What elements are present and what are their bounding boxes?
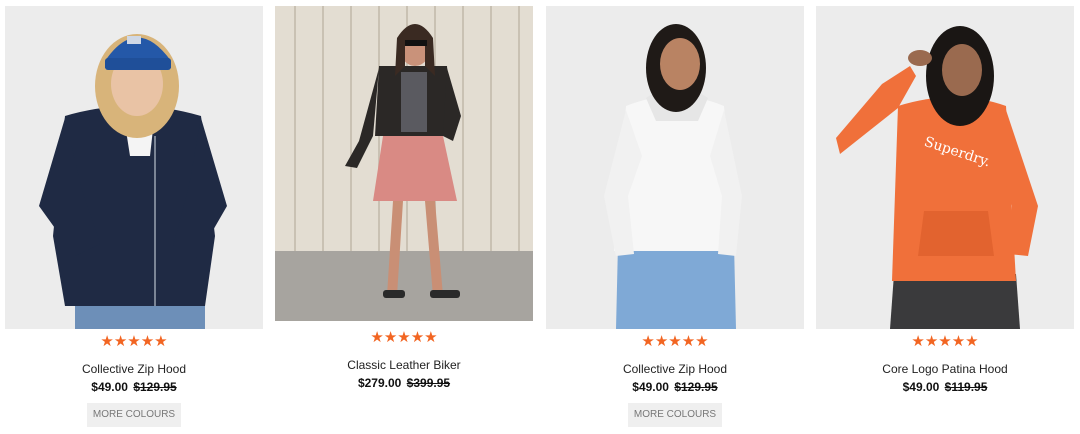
product-card[interactable]: Superdry. ★★★★★ Core Logo Patina Hood $4… <box>816 0 1074 434</box>
product-price: $49.00 $119.95 <box>816 380 1074 394</box>
product-price: $49.00 $129.95 <box>546 380 804 394</box>
product-image[interactable] <box>5 6 263 329</box>
star-half-icon: ★ <box>154 333 168 350</box>
star-half-icon: ★ <box>424 329 438 346</box>
product-grid: ★★★★★ Collective Zip Hood $49.00 $129.95… <box>0 0 1080 434</box>
star-icon: ★ <box>951 333 966 350</box>
product-name[interactable]: Collective Zip Hood <box>546 362 804 376</box>
product-image[interactable]: Superdry. <box>816 6 1074 329</box>
sale-price: $49.00 <box>632 380 669 394</box>
star-rating: ★★★★★ <box>816 334 1074 350</box>
sale-price: $279.00 <box>357 376 402 390</box>
product-photo <box>5 6 263 329</box>
sale-price: $49.00 <box>91 380 128 394</box>
star-icon: ★ <box>113 333 128 350</box>
product-image[interactable] <box>546 6 804 329</box>
star-rating: ★★★★★ <box>546 334 804 350</box>
product-name[interactable]: Classic Leather Biker <box>275 358 533 372</box>
product-price: $279.00 $399.95 <box>275 376 533 390</box>
original-price: $129.95 <box>674 380 718 394</box>
star-icon: ★ <box>911 333 925 350</box>
product-image[interactable] <box>275 6 533 321</box>
star-rating: ★★★★★ <box>5 334 263 350</box>
star-half-icon: ★ <box>695 333 709 350</box>
star-icon: ★ <box>383 329 398 346</box>
original-price: $399.95 <box>406 376 451 390</box>
star-icon: ★ <box>410 329 425 346</box>
star-icon: ★ <box>397 329 411 346</box>
star-icon: ★ <box>100 333 114 350</box>
star-icon: ★ <box>965 333 979 350</box>
product-name[interactable]: Collective Zip Hood <box>5 362 263 376</box>
star-icon: ★ <box>370 329 384 346</box>
star-rating: ★★★★★ <box>275 330 533 346</box>
product-card[interactable]: ★★★★★ Collective Zip Hood $49.00 $129.95… <box>546 0 804 434</box>
product-photo <box>275 6 533 321</box>
product-name[interactable]: Core Logo Patina Hood <box>816 362 1074 376</box>
product-photo <box>546 6 804 329</box>
original-price: $129.95 <box>133 380 177 394</box>
sale-price: $49.00 <box>902 380 940 394</box>
star-icon: ★ <box>938 333 952 350</box>
star-icon: ★ <box>140 333 155 350</box>
more-colours-button[interactable]: MORE COLOURS <box>628 403 722 427</box>
star-icon: ★ <box>641 333 655 350</box>
star-icon: ★ <box>924 333 939 350</box>
product-photo: Superdry. <box>816 6 1074 329</box>
product-card[interactable]: ★★★★★ Classic Leather Biker $279.00 $399… <box>275 0 533 434</box>
star-icon: ★ <box>654 333 669 350</box>
more-colours-button[interactable]: MORE COLOURS <box>87 403 181 427</box>
star-icon: ★ <box>127 333 141 350</box>
product-card[interactable]: ★★★★★ Collective Zip Hood $49.00 $129.95… <box>5 0 263 434</box>
star-icon: ★ <box>681 333 696 350</box>
original-price: $119.95 <box>944 380 988 394</box>
star-icon: ★ <box>668 333 682 350</box>
product-price: $49.00 $129.95 <box>5 380 263 394</box>
